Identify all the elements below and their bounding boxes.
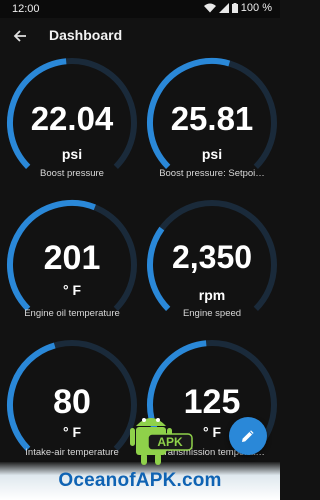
gauge-boost-pressure-setpoint[interactable]: 25.81 psi Boost pressure: Setpoi… [144,56,280,192]
status-bar: 12:00 100 % [0,0,280,18]
battery-percent: 100 % [240,2,272,14]
gauge-value: 22.04 [30,100,114,137]
gauge-boost-pressure[interactable]: 22.04 psi Boost pressure [4,56,140,192]
android-logo: APK [128,408,194,473]
gauge-label: Engine oil temperature [24,308,120,319]
status-time: 12:00 [12,3,40,15]
gauge-engine-speed[interactable]: 2,350 rpm Engine speed [144,198,280,334]
gauge-unit: psi [201,146,223,162]
gauge-value: 80 [53,383,91,421]
battery-icon [231,3,238,13]
gauge-unit: ° F [62,282,82,298]
status-icons: 100 % [203,2,272,14]
wifi-icon [203,3,216,13]
gauge-intake-air-temperature[interactable]: 80 ° F Intake-air temperature [4,338,140,474]
svg-text:APK: APK [157,435,183,449]
signal-icon [218,3,229,13]
gauge-unit: psi [61,146,83,162]
gauge-label: Boost pressure: Setpoi… [159,168,265,179]
page-title: Dashboard [49,27,123,43]
gauge-engine-oil-temperature[interactable]: 201 ° F Engine oil temperature [4,198,140,334]
gauge-value: 25.81 [170,100,254,137]
gauge-unit: rpm [198,287,226,303]
pencil-icon [242,430,254,442]
gauge-label: Boost pressure [40,168,104,179]
gauge-value: 2,350 [171,239,253,275]
gauge-label: Engine speed [182,308,242,319]
edit-button[interactable] [229,417,267,455]
app-bar: Dashboard [0,18,280,54]
gauge-value: 201 [43,239,101,277]
gauge-unit: ° F [62,424,82,440]
arrow-back-icon [13,30,26,42]
back-button[interactable] [6,22,34,50]
watermark-text: OceanofAPK.com [58,470,222,491]
gauge-label: Intake-air temperature [25,447,119,458]
